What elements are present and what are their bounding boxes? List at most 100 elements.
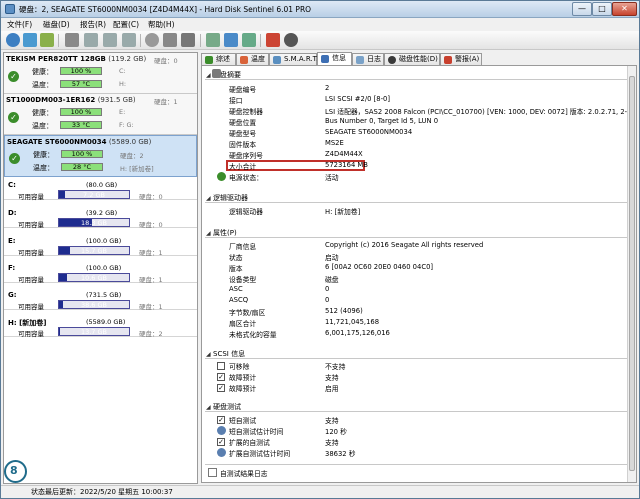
speaker-icon[interactable] bbox=[163, 33, 177, 47]
volume-disk: 硬盘：0 bbox=[139, 221, 163, 229]
row-value: 支持 bbox=[325, 439, 339, 447]
check-icon: ✓ bbox=[8, 71, 19, 82]
row-value: 支持 bbox=[325, 417, 339, 425]
disk-name: ST1000DM003-1ER162 (931.5 GB) bbox=[6, 96, 136, 104]
volume-letter: C: bbox=[8, 181, 16, 189]
row-value: Bus Number 0, Target Id 5, LUN 0 bbox=[325, 117, 439, 125]
row-value: 120 秒 bbox=[325, 428, 347, 436]
row-key: 扩展自测试估计时间 bbox=[229, 450, 291, 458]
log-icon bbox=[208, 468, 217, 477]
wrench-icon[interactable] bbox=[84, 33, 98, 47]
volume-item-e[interactable]: E: (100.0 GB) 可用容量 15.7 GB 硬盘：1 bbox=[4, 235, 197, 257]
scrollbar-thumb[interactable] bbox=[629, 76, 635, 471]
monitor-icon[interactable] bbox=[266, 33, 280, 47]
row-value: 512 (4096) bbox=[325, 307, 363, 315]
clock-icon bbox=[217, 448, 226, 457]
free-space-label: 可用容量 bbox=[18, 249, 44, 257]
self-test-log-label[interactable]: 自测试结果日志 bbox=[220, 468, 268, 478]
backup-icon[interactable] bbox=[206, 33, 220, 47]
health-bar: 100 % bbox=[60, 67, 102, 75]
info-icon bbox=[321, 55, 329, 63]
free-space-label: 可用容量 bbox=[18, 221, 44, 229]
tool-icon[interactable] bbox=[103, 33, 117, 47]
maximize-button[interactable]: □ bbox=[592, 2, 612, 16]
divider bbox=[205, 202, 633, 203]
temperature-label: 温度： bbox=[33, 164, 54, 172]
menu-disk[interactable]: 磁盘(D) bbox=[43, 19, 70, 30]
check-icon bbox=[205, 56, 213, 64]
divider bbox=[205, 358, 633, 359]
disk-index: 硬盘：2 bbox=[120, 152, 144, 160]
health-drive-letter: C: bbox=[119, 67, 126, 75]
volume-item-c[interactable]: C: (80.0 GB) 可用容量 7.2 GB 硬盘：0 bbox=[4, 179, 197, 201]
transfer-icon[interactable] bbox=[242, 33, 256, 47]
row-key: 逻辑驱动器 bbox=[229, 208, 263, 216]
health-bar: 100 % bbox=[61, 150, 103, 158]
volume-item-h[interactable]: H: [新加卷] (5589.0 GB) 可用容量 13.7 GB 硬盘：2 bbox=[4, 316, 197, 338]
temperature-label: 温度： bbox=[32, 122, 53, 130]
row-key: ASC bbox=[229, 285, 243, 293]
divider bbox=[205, 237, 633, 238]
row-value: 启动 bbox=[325, 254, 339, 262]
settings-icon[interactable] bbox=[181, 33, 195, 47]
temperature-bar: 33 °C bbox=[60, 121, 102, 129]
free-space-label: 可用容量 bbox=[18, 276, 44, 284]
volume-name: H: [新加卷] bbox=[120, 165, 154, 173]
alert-icon bbox=[444, 56, 452, 64]
row-key: 扇区合计 bbox=[229, 320, 257, 328]
chart-icon[interactable] bbox=[40, 33, 54, 47]
row-key: 短自测试 bbox=[229, 417, 257, 425]
volume-disk: 硬盘：2 bbox=[139, 330, 163, 338]
menu-help[interactable]: 帮助(H) bbox=[148, 19, 175, 30]
title-bar[interactable]: 硬盘：2, SEAGATE ST6000NM0034 [Z4D4M44X] - … bbox=[1, 1, 639, 18]
row-key: 版本 bbox=[229, 265, 243, 273]
help-icon[interactable] bbox=[284, 33, 298, 47]
row-value: LSI SCSI #2/0 [8-0] bbox=[325, 95, 391, 103]
temperature-label: 温度： bbox=[32, 81, 53, 89]
volume-item-f[interactable]: F: (100.0 GB) 可用容量 10.6 GB 硬盘：1 bbox=[4, 262, 197, 284]
row-value: 6 [00A2 0C60 20E0 0460 04C0] bbox=[325, 263, 434, 271]
tool-2-icon[interactable] bbox=[122, 33, 136, 47]
disk-item-1[interactable]: ST1000DM003-1ER162 (931.5 GB) 硬盘：1 ✓ 健康：… bbox=[4, 94, 197, 135]
row-key: 硬盘编号 bbox=[229, 86, 257, 94]
disk-index: 硬盘：1 bbox=[154, 98, 178, 106]
status-text: 状态最后更新：2022/5/20 星期五 10:00:37 bbox=[31, 488, 173, 496]
window-title: 硬盘：2, SEAGATE ST6000NM0034 [Z4D4M44X] - … bbox=[19, 5, 312, 14]
row-value: H: [新加卷] bbox=[325, 208, 361, 216]
log-icon bbox=[356, 56, 364, 64]
row-value: 0 bbox=[325, 296, 330, 304]
disk-item-0[interactable]: TEKISM PER820TT 128GB (119.2 GB) 硬盘：0 ✓ … bbox=[4, 53, 197, 94]
refresh-icon[interactable] bbox=[6, 33, 20, 47]
row-key: ASCQ bbox=[229, 296, 249, 304]
toolbar-separator bbox=[58, 34, 59, 47]
menu-file[interactable]: 文件(F) bbox=[7, 19, 32, 30]
disk-list-panel: TEKISM PER820TT 128GB (119.2 GB) 硬盘：0 ✓ … bbox=[3, 52, 198, 484]
report-icon[interactable] bbox=[23, 33, 37, 47]
divider bbox=[205, 79, 633, 80]
row-key: 状态 bbox=[229, 254, 243, 262]
tab-info[interactable]: 信息 bbox=[317, 52, 352, 66]
sync-icon[interactable] bbox=[224, 33, 238, 47]
free-space-bar: 7.2 GB bbox=[58, 190, 130, 199]
cancel-icon[interactable] bbox=[145, 33, 159, 47]
free-space-bar: 10.6 GB bbox=[58, 273, 130, 282]
toolbar-separator bbox=[200, 34, 201, 47]
minimize-button[interactable]: — bbox=[572, 2, 592, 16]
row-key: 扩展的自测试 bbox=[229, 439, 270, 447]
main-window: 硬盘：2, SEAGATE ST6000NM0034 [Z4D4M44X] - … bbox=[0, 0, 640, 499]
volume-item-g[interactable]: G: (731.5 GB) 可用容量 38.6 GB 硬盘：1 bbox=[4, 289, 197, 311]
row-value: Copyright (c) 2016 Seagate All rights re… bbox=[325, 241, 484, 249]
free-space-label: 可用容量 bbox=[18, 303, 44, 311]
row-value: 不支持 bbox=[325, 363, 346, 371]
disk-item-2-selected[interactable]: SEAGATE ST6000NM0034 (5589.0 GB) ✓ 健康： 1… bbox=[4, 135, 197, 177]
volume-letter: G: bbox=[8, 291, 17, 299]
disk-tool-icon[interactable] bbox=[65, 33, 79, 47]
row-key: 字节数/扇区 bbox=[229, 309, 266, 317]
toolbar-separator bbox=[140, 34, 141, 47]
menu-report[interactable]: 报告(R) bbox=[80, 19, 106, 30]
volume-item-d[interactable]: D: (39.2 GB) 可用容量 18.3 GB 硬盘：0 bbox=[4, 207, 197, 229]
close-button[interactable]: ✕ bbox=[612, 2, 637, 16]
menu-config[interactable]: 配置(C) bbox=[113, 19, 139, 30]
vertical-scrollbar[interactable] bbox=[627, 66, 636, 482]
health-bar: 100 % bbox=[60, 108, 102, 116]
